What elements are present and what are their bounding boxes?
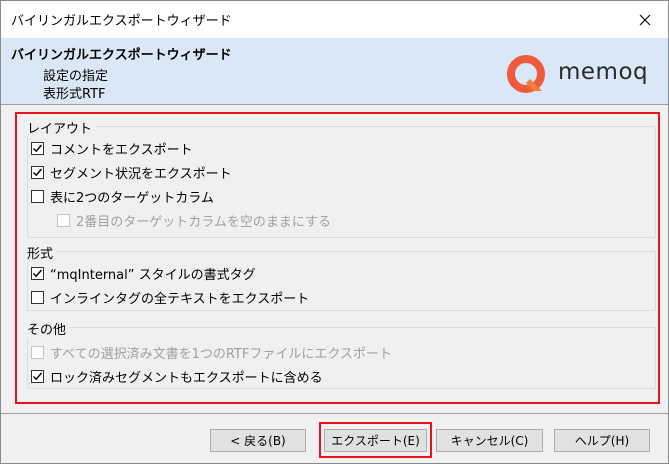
settings-highlight-frame: レイアウト コメントをエクスポート セグメント状況をエクスポート 表に2つのター… <box>15 112 660 404</box>
export-segment-status-checkbox[interactable]: セグメント状況をエクスポート <box>31 163 232 182</box>
checkbox-box <box>31 165 44 179</box>
layout-group-label: レイアウト <box>27 118 97 137</box>
checkbox-box <box>31 345 44 359</box>
export-button[interactable]: エクスポート(E) <box>324 429 427 452</box>
checkbox-label: ロック済みセグメントもエクスポートに含める <box>50 370 323 386</box>
checkbox-label: セグメント状況をエクスポート <box>50 166 232 182</box>
header-divider <box>1 104 668 105</box>
checkbox-label: インラインタグの全テキストをエクスポート <box>50 291 310 307</box>
checkbox-box <box>57 213 70 227</box>
footer-divider <box>1 413 668 414</box>
cancel-button[interactable]: キャンセル(C) <box>436 429 543 452</box>
checkmark-icon <box>33 269 43 277</box>
wizard-header: バイリンガルエクスポートウィザード 設定の指定 表形式RTF memoq <box>1 38 668 104</box>
two-target-columns-checkbox[interactable]: 表に2つのターゲットカラム <box>31 187 214 206</box>
close-icon <box>639 14 651 25</box>
back-button[interactable]: < 戻る(B) <box>210 429 306 452</box>
title-bar: バイリンガルエクスポートウィザード <box>1 1 668 38</box>
window-title: バイリンガルエクスポートウィザード <box>11 14 232 29</box>
header-title: バイリンガルエクスポートウィザード <box>11 48 232 63</box>
export-wizard-window: バイリンガルエクスポートウィザード バイリンガルエクスポートウィザード 設定の指… <box>0 0 669 464</box>
checkbox-box <box>31 189 44 203</box>
checkmark-icon <box>33 372 43 380</box>
checkbox-box <box>31 369 44 383</box>
checkbox-label: すべての選択済み文書を1つのRTFファイルにエクスポート <box>50 346 392 362</box>
other-group-label: その他 <box>27 319 71 338</box>
checkbox-box <box>31 141 44 155</box>
checkbox-label: “mqInternal” スタイルの書式タグ <box>50 267 256 283</box>
export-comments-checkbox[interactable]: コメントをエクスポート <box>31 139 193 158</box>
include-locked-segments-checkbox[interactable]: ロック済みセグメントもエクスポートに含める <box>31 367 323 386</box>
single-rtf-file-checkbox[interactable]: すべての選択済み文書を1つのRTFファイルにエクスポート <box>31 343 392 362</box>
checkbox-label: コメントをエクスポート <box>50 142 193 158</box>
checkmark-icon <box>33 168 43 176</box>
checkmark-icon <box>33 144 43 152</box>
memoq-logo: memoq <box>506 55 656 95</box>
format-group-label: 形式 <box>27 243 58 262</box>
logo-text: memoq <box>558 59 649 85</box>
close-button[interactable] <box>622 1 668 38</box>
export-inline-tag-text-checkbox[interactable]: インラインタグの全テキストをエクスポート <box>31 288 310 307</box>
checkbox-label: 2番目のターゲットカラムを空のままにする <box>76 214 332 230</box>
checkbox-box <box>31 290 44 304</box>
memoq-logo-icon <box>507 55 545 93</box>
mqinternal-style-tags-checkbox[interactable]: “mqInternal” スタイルの書式タグ <box>31 264 256 283</box>
empty-second-target-checkbox[interactable]: 2番目のターゲットカラムを空のままにする <box>57 211 332 230</box>
checkbox-label: 表に2つのターゲットカラム <box>50 190 214 206</box>
header-format: 表形式RTF <box>43 87 106 102</box>
checkbox-box <box>31 266 44 280</box>
help-button[interactable]: ヘルプ(H) <box>554 429 650 452</box>
header-step: 設定の指定 <box>43 69 109 84</box>
